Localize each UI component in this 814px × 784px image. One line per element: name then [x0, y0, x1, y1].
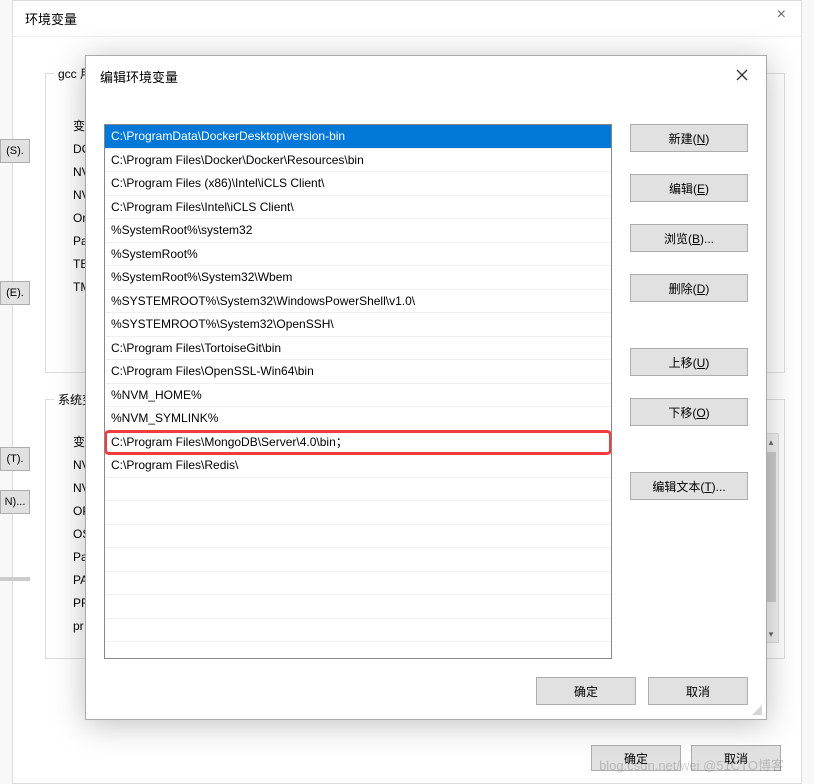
path-row-empty[interactable]	[105, 548, 611, 572]
path-row[interactable]: %NVM_SYMLINK%	[105, 407, 611, 431]
cancel-button[interactable]: 取消	[691, 745, 781, 771]
path-row[interactable]: C:\ProgramData\DockerDesktop\version-bin	[105, 125, 611, 149]
path-row[interactable]: C:\Program Files\OpenSSL-Win64\bin	[105, 360, 611, 384]
edit-env-var-dialog: 编辑环境变量 C:\ProgramData\DockerDesktop\vers…	[85, 55, 767, 720]
move-down-button[interactable]: 下移(O)	[630, 398, 748, 426]
move-up-button[interactable]: 上移(U)	[630, 348, 748, 376]
path-row-empty[interactable]	[105, 501, 611, 525]
path-row[interactable]: %SYSTEMROOT%\System32\WindowsPowerShell\…	[105, 290, 611, 314]
path-row[interactable]: C:\Program Files\Docker\Docker\Resources…	[105, 149, 611, 173]
path-row[interactable]: %SystemRoot%\system32	[105, 219, 611, 243]
window-footer: 确定 取消	[591, 745, 781, 771]
path-row-empty[interactable]	[105, 572, 611, 596]
ok-button[interactable]: 确定	[536, 677, 636, 705]
new-button[interactable]: 新建(N)	[630, 124, 748, 152]
cut-button-s[interactable]: (S).	[0, 139, 30, 163]
dialog-footer: 确定 取消	[536, 677, 748, 705]
dialog-header: 编辑环境变量	[86, 56, 766, 96]
path-list[interactable]: C:\ProgramData\DockerDesktop\version-bin…	[104, 124, 612, 659]
cut-button-t[interactable]: (T).	[0, 447, 30, 471]
path-row-empty[interactable]	[105, 619, 611, 643]
path-row[interactable]: %SystemRoot%	[105, 243, 611, 267]
delete-button[interactable]: 删除(D)	[630, 274, 748, 302]
close-icon[interactable]: ×	[777, 6, 786, 24]
cut-button-n[interactable]: N)...	[0, 490, 30, 514]
path-row[interactable]: C:\Program Files (x86)\Intel\iCLS Client…	[105, 172, 611, 196]
cut-button-e[interactable]: (E).	[0, 281, 30, 305]
scroll-thumb[interactable]	[766, 452, 776, 602]
path-row[interactable]: C:\Program Files\TortoiseGit\bin	[105, 337, 611, 361]
path-row-empty[interactable]	[105, 478, 611, 502]
cancel-button[interactable]: 取消	[648, 677, 748, 705]
path-row[interactable]: C:\Program Files\Intel\iCLS Client\	[105, 196, 611, 220]
window-title: 环境变量	[13, 1, 801, 37]
close-icon[interactable]	[732, 64, 752, 88]
ok-button[interactable]: 确定	[591, 745, 681, 771]
path-row[interactable]: C:\Program Files\Redis\	[105, 454, 611, 478]
separator	[0, 577, 30, 581]
browse-button[interactable]: 浏览(B)...	[630, 224, 748, 252]
button-column: 新建(N) 编辑(E) 浏览(B)... 删除(D) 上移(U) 下移(O) 编…	[630, 124, 748, 659]
path-row[interactable]: %SYSTEMROOT%\System32\OpenSSH\	[105, 313, 611, 337]
path-row-empty[interactable]	[105, 525, 611, 549]
path-row[interactable]: C:\Program Files\MongoDB\Server\4.0\bin；	[105, 431, 611, 455]
edit-button[interactable]: 编辑(E)	[630, 174, 748, 202]
dialog-body: C:\ProgramData\DockerDesktop\version-bin…	[104, 124, 748, 659]
resize-grip-icon[interactable]	[748, 701, 762, 715]
dialog-title: 编辑环境变量	[100, 67, 178, 86]
edit-text-button[interactable]: 编辑文本(T)...	[630, 472, 748, 500]
path-row-empty[interactable]	[105, 595, 611, 619]
path-row[interactable]: %SystemRoot%\System32\Wbem	[105, 266, 611, 290]
path-row[interactable]: %NVM_HOME%	[105, 384, 611, 408]
